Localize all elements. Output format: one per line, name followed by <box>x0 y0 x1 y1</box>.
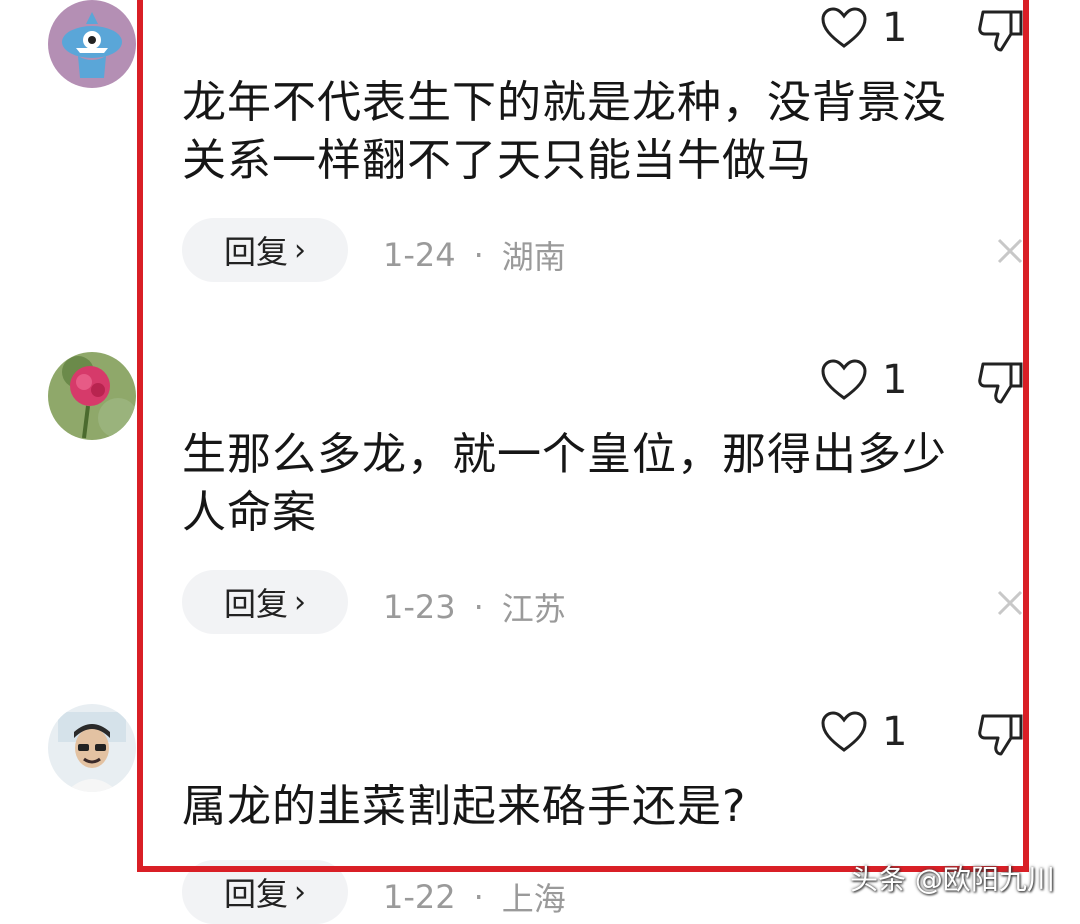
close-icon[interactable] <box>993 234 1027 268</box>
avatar[interactable] <box>48 352 136 440</box>
meta-separator: · <box>473 236 484 274</box>
chevron-right-icon: › <box>294 874 306 910</box>
meta-separator: · <box>473 878 484 916</box>
reply-button[interactable]: 回复 › <box>182 860 348 924</box>
comment-text: 龙年不代表生下的就是龙种，没背景没 关系一样翻不了天只能当牛做马 <box>182 77 947 186</box>
like-button[interactable]: 1 <box>820 358 907 402</box>
meta-separator: · <box>473 588 484 626</box>
thumbs-down-icon <box>978 714 1023 756</box>
thumbs-down-icon <box>978 10 1023 52</box>
like-count: 1 <box>882 709 908 755</box>
heart-icon <box>821 711 867 752</box>
like-button[interactable]: 1 <box>820 710 907 754</box>
close-icon[interactable] <box>993 586 1027 620</box>
dislike-button[interactable] <box>975 710 1025 758</box>
comment-meta: 1-22 · 上海 <box>383 874 566 920</box>
comment-date: 1-24 <box>383 236 456 274</box>
thumbs-down-icon <box>978 362 1023 404</box>
comment-location: 江苏 <box>501 590 566 628</box>
comment-date: 1-22 <box>383 878 456 916</box>
comment-meta: 1-23 · 江苏 <box>383 584 566 630</box>
reply-button[interactable]: 回复 › <box>182 570 348 634</box>
comment-meta: 1-24 · 湖南 <box>383 232 566 278</box>
heart-icon <box>821 7 867 48</box>
comment-location: 上海 <box>501 880 566 918</box>
comment-text: 属龙的韭菜割起来硌手还是? <box>182 781 747 832</box>
heart-icon <box>821 359 867 400</box>
like-count: 1 <box>882 5 908 51</box>
watermark: 头条 @欧阳九川 <box>850 863 1055 896</box>
comment-text: 生那么多龙，就一个皇位，那得出多少 人命案 <box>182 429 947 538</box>
avatar[interactable] <box>48 704 136 792</box>
chevron-right-icon: › <box>294 584 306 620</box>
chevron-right-icon: › <box>294 232 306 268</box>
dislike-button[interactable] <box>975 358 1025 406</box>
like-count: 1 <box>882 357 908 403</box>
reply-button[interactable]: 回复 › <box>182 218 348 282</box>
dislike-button[interactable] <box>975 6 1025 54</box>
avatar[interactable] <box>48 0 136 88</box>
comment-date: 1-23 <box>383 588 456 626</box>
comment-location: 湖南 <box>501 238 566 276</box>
like-button[interactable]: 1 <box>820 6 907 50</box>
